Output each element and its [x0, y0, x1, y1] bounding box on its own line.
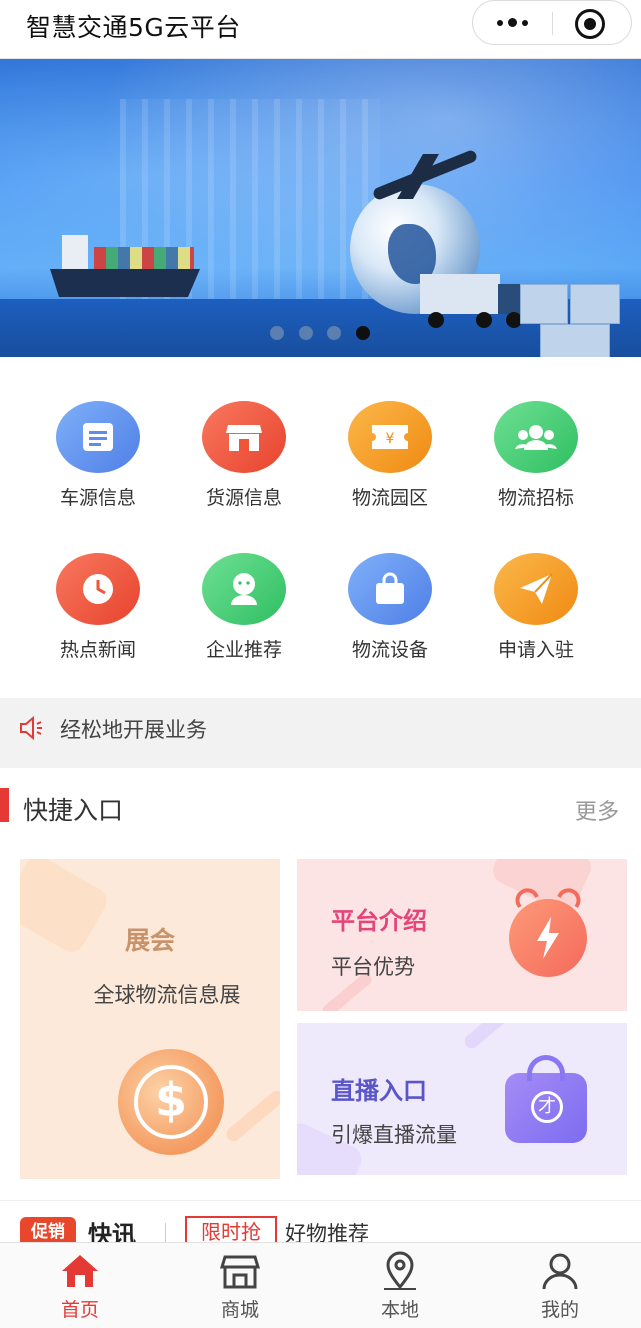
promo-badge: 促销 — [20, 1217, 76, 1245]
grid-item-label: 申请入驻 — [497, 639, 574, 661]
grid-item-equipment[interactable]: 物流设备 — [320, 553, 460, 673]
group-icon — [494, 401, 578, 473]
grid-item-enterprise[interactable]: 企业推荐 — [174, 553, 314, 673]
nav-bar: 智慧交通5G云平台 — [0, 0, 641, 59]
platform-intro-title: 平台介绍 — [331, 907, 427, 935]
grid-item-hot-news[interactable]: 热点新闻 — [28, 553, 168, 673]
shopping-bag-icon: 才 — [505, 1055, 587, 1143]
grid-item-cargo-source[interactable]: 货源信息 — [174, 401, 314, 521]
tab-label: 商城 — [220, 1299, 259, 1321]
airplane-image — [370, 144, 480, 204]
section-title: 快捷入口 — [23, 796, 124, 825]
bottom-tab-bar: 首页 商城 本地 我的 — [0, 1242, 641, 1328]
grid-item-label: 车源信息 — [59, 487, 136, 509]
grid-item-label: 货源信息 — [205, 487, 282, 509]
grid-item-label: 物流设备 — [351, 639, 428, 661]
feature-grid: 车源信息 货源信息 ¥ 物流园区 物流招标 热点新闻 企业推荐 物流设备 申请入… — [0, 357, 641, 697]
crates-image — [520, 284, 630, 357]
svg-text:¥: ¥ — [386, 431, 395, 447]
more-link[interactable]: 更多 — [575, 794, 619, 826]
platform-intro-subtitle: 平台优势 — [331, 955, 415, 979]
carousel-dot[interactable] — [270, 326, 284, 340]
promo-news-label: 快讯 — [88, 1221, 136, 1245]
platform-intro-card[interactable]: 平台介绍 平台优势 — [297, 859, 627, 1011]
live-entry-subtitle: 引爆直播流量 — [331, 1123, 457, 1147]
close-mini-program-icon[interactable] — [575, 9, 605, 39]
carousel-dot[interactable] — [327, 326, 341, 340]
live-entry-card[interactable]: 直播入口 引爆直播流量 才 — [297, 1023, 627, 1175]
grid-item-label: 物流园区 — [351, 487, 428, 509]
promo-strip[interactable]: 促销 快讯 限时抢 好物推荐 — [0, 1200, 641, 1245]
paper-plane-icon — [494, 553, 578, 625]
grid-item-label: 热点新闻 — [59, 639, 136, 661]
page-title: 智慧交通5G云平台 — [26, 13, 241, 42]
flash-sale-tag: 限时抢 — [185, 1216, 277, 1245]
grid-item-label: 物流招标 — [497, 487, 574, 509]
coin-icon: $ — [118, 1049, 224, 1155]
bag-icon — [348, 553, 432, 625]
home-icon — [60, 1251, 100, 1291]
user-icon — [540, 1251, 580, 1291]
carousel-dot[interactable] — [299, 326, 313, 340]
store-icon — [202, 401, 286, 473]
alarm-clock-icon — [509, 883, 587, 977]
clock-icon — [56, 553, 140, 625]
tab-mine[interactable]: 我的 — [480, 1243, 640, 1328]
cargo-ship-image — [50, 229, 200, 299]
tab-label: 首页 — [60, 1299, 99, 1321]
expo-subtitle: 全球物流信息展 — [93, 983, 241, 1007]
document-icon — [56, 401, 140, 473]
more-menu-icon[interactable] — [495, 15, 531, 31]
tab-home[interactable]: 首页 — [0, 1243, 160, 1328]
tab-local[interactable]: 本地 — [320, 1243, 480, 1328]
grid-item-vehicle-source[interactable]: 车源信息 — [28, 401, 168, 521]
carousel-dot-active[interactable] — [356, 326, 370, 340]
quick-entry-header: 快捷入口 更多 — [0, 768, 641, 846]
grid-item-logistics-bidding[interactable]: 物流招标 — [466, 401, 606, 521]
grid-item-logistics-park[interactable]: ¥ 物流园区 — [320, 401, 460, 521]
expo-card[interactable]: 展会 全球物流信息展 $ — [20, 859, 280, 1179]
grid-item-apply-join[interactable]: 申请入驻 — [466, 553, 606, 673]
grid-item-label: 企业推荐 — [205, 639, 282, 661]
expo-title: 展会 — [124, 926, 175, 955]
live-entry-title: 直播入口 — [331, 1077, 427, 1105]
tab-label: 我的 — [540, 1299, 579, 1321]
banner-carousel[interactable] — [0, 59, 641, 357]
mini-program-capsule — [472, 0, 632, 45]
person-icon — [202, 553, 286, 625]
tab-mall[interactable]: 商城 — [160, 1243, 320, 1328]
location-icon — [380, 1251, 420, 1291]
truck-image — [420, 274, 530, 329]
promo-goods-text: 好物推荐 — [285, 1222, 369, 1245]
capsule-divider — [552, 12, 553, 35]
tab-label: 本地 — [380, 1299, 419, 1321]
ticket-icon: ¥ — [348, 401, 432, 473]
shop-icon — [219, 1251, 261, 1291]
notice-bar[interactable]: 经松地开展业务 — [0, 698, 641, 768]
speaker-icon — [18, 715, 44, 741]
notice-text: 经松地开展业务 — [60, 718, 207, 742]
section-accent-bar — [0, 788, 9, 822]
